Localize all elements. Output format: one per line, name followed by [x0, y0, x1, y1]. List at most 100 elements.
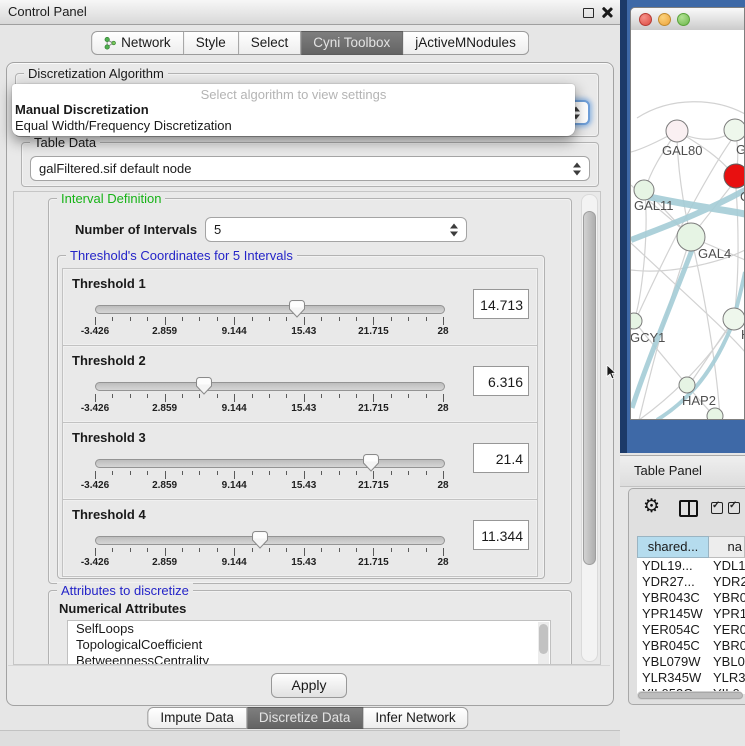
table-row[interactable]: YPR145WYPR1: [637, 606, 745, 622]
combo-arrows-icon: [450, 223, 459, 236]
network-nodes[interactable]: [631, 119, 745, 420]
table-panel-titlebar: Table Panel: [620, 455, 745, 487]
threshold-1-slider[interactable]: [95, 305, 445, 314]
node[interactable]: [724, 119, 745, 141]
threshold-3-value[interactable]: 21.4: [473, 443, 529, 473]
tab-discretize-data[interactable]: Discretize Data: [247, 707, 364, 729]
slider-thumb[interactable]: [196, 377, 212, 395]
zoom-traffic-light-icon[interactable]: [677, 13, 690, 26]
network-window-frame[interactable]: GAL80 G. C GAL11 GAL4 GCY1 H HAP2: [620, 0, 745, 453]
cell[interactable]: YDL19...: [637, 558, 709, 574]
threshold-1-box: Threshold 1 -3.4262.8599.14415.4321.7152…: [62, 268, 538, 346]
gear-icon[interactable]: ⚙: [643, 497, 660, 516]
table-row[interactable]: YBL079WYBL0: [637, 654, 745, 670]
algorithm-option-equal-width[interactable]: Equal Width/Frequency Discretization: [12, 118, 575, 134]
threshold-3-slider[interactable]: [95, 459, 445, 468]
scrollbar-thumb[interactable]: [638, 692, 743, 699]
table-row[interactable]: YDL19...YDL1: [637, 558, 745, 574]
threshold-2-slider[interactable]: [95, 382, 445, 391]
tab-network[interactable]: Network: [91, 31, 184, 55]
cell[interactable]: YER0: [709, 622, 745, 638]
threshold-2-value[interactable]: 6.316: [473, 366, 529, 396]
node-gal11[interactable]: [634, 180, 654, 200]
threshold-4-value[interactable]: 11.344: [473, 520, 529, 550]
table-row[interactable]: YBR045CYBR0: [637, 638, 745, 654]
table-row[interactable]: YBR043CYBR0: [637, 590, 745, 606]
tab-impute-data[interactable]: Impute Data: [147, 707, 247, 729]
algorithm-option-manual[interactable]: Manual Discretization: [12, 102, 575, 118]
cell[interactable]: YDR2: [709, 574, 745, 590]
split-pane-icon[interactable]: [679, 500, 698, 517]
node-gal80[interactable]: [666, 120, 688, 142]
list-scrollbar[interactable]: [538, 622, 549, 664]
close-traffic-light-icon[interactable]: [639, 13, 652, 26]
node-red-selected[interactable]: [724, 164, 745, 188]
network-window-titlebar[interactable]: [631, 8, 744, 31]
numerical-attributes-list[interactable]: SelfLoops TopologicalCoefficient Between…: [67, 620, 551, 665]
tab-infer-network[interactable]: Infer Network: [363, 707, 468, 729]
threshold-3-label: Threshold 3: [72, 430, 146, 445]
checked-checkbox-icon[interactable]: [711, 502, 723, 514]
threshold-1-value[interactable]: 14.713: [473, 289, 529, 319]
list-item[interactable]: BetweennessCentrality: [68, 653, 550, 665]
cell[interactable]: YDR27...: [637, 574, 709, 590]
threshold-4-slider[interactable]: [95, 536, 445, 545]
table-panel-body: ⚙ shared... na YDL19...YDL1 YDR27...YDR2…: [628, 488, 745, 705]
tab-cyni-toolbox[interactable]: Cyni Toolbox: [301, 31, 403, 55]
node-label: GAL4: [698, 246, 731, 261]
slider-thumb[interactable]: [363, 454, 379, 472]
tab-select-label: Select: [251, 35, 289, 50]
cell[interactable]: YLR3: [709, 670, 745, 686]
threshold-4-box: Threshold 4 -3.4262.8599.14415.4321.7152…: [62, 499, 538, 577]
close-icon[interactable]: [601, 7, 612, 18]
slider-scale-labels: -3.4262.8599.14415.4321.71528: [95, 480, 443, 492]
cell[interactable]: YBR043C: [637, 590, 709, 606]
node-hap2[interactable]: [679, 377, 695, 393]
combo-arrows-icon: [573, 162, 582, 175]
slider-ticks: [95, 548, 443, 556]
cell[interactable]: YBR0: [709, 590, 745, 606]
slider-thumb[interactable]: [289, 300, 305, 318]
checked-checkbox-icon[interactable]: [728, 502, 740, 514]
algorithm-popup-hint[interactable]: Select algorithm to view settings: [12, 87, 575, 102]
number-of-intervals-combobox[interactable]: 5: [205, 217, 467, 242]
cell[interactable]: YBL079W: [637, 654, 709, 670]
cell[interactable]: YBR0: [709, 638, 745, 654]
settings-vertical-scrollbar[interactable]: [581, 194, 598, 662]
list-item[interactable]: SelfLoops: [68, 621, 550, 637]
slider-ticks: [95, 317, 443, 325]
slider-thumb[interactable]: [252, 531, 268, 549]
node[interactable]: [707, 408, 723, 420]
apply-button[interactable]: Apply: [271, 673, 347, 698]
scrollbar-thumb[interactable]: [583, 211, 596, 565]
cell[interactable]: YER054C: [637, 622, 709, 638]
column-header-name[interactable]: na: [709, 536, 745, 558]
cell[interactable]: YDL1: [709, 558, 745, 574]
interval-definition-title: Interval Definition: [57, 191, 165, 206]
tab-style[interactable]: Style: [184, 31, 239, 55]
table-data-value: galFiltered.sif default node: [39, 161, 191, 176]
table-horizontal-scrollbar[interactable]: [637, 691, 743, 700]
tab-jactivemnodules[interactable]: jActiveMNodules: [403, 31, 529, 55]
network-canvas[interactable]: GAL80 G. C GAL11 GAL4 GCY1 H HAP2: [631, 30, 744, 419]
column-header-shared-name[interactable]: shared...: [637, 536, 709, 558]
float-window-icon[interactable]: [583, 8, 594, 18]
minimize-traffic-light-icon[interactable]: [658, 13, 671, 26]
table-data-combobox[interactable]: galFiltered.sif default node: [30, 156, 590, 181]
cell[interactable]: YBL0: [709, 654, 745, 670]
tab-select[interactable]: Select: [239, 31, 302, 55]
tab-infer-label: Infer Network: [375, 710, 455, 725]
cell[interactable]: YLR345W: [637, 670, 709, 686]
list-item[interactable]: TopologicalCoefficient: [68, 637, 550, 653]
table-row[interactable]: YDR27...YDR2: [637, 574, 745, 590]
cell[interactable]: YPR1: [709, 606, 745, 622]
numerical-attributes-label: Numerical Attributes: [59, 601, 186, 616]
node-gcy1[interactable]: [631, 313, 642, 329]
cell[interactable]: YBR045C: [637, 638, 709, 654]
table-row[interactable]: YER054CYER0: [637, 622, 745, 638]
thresholds-group-title: Threshold's Coordinates for 5 Intervals: [66, 248, 297, 263]
table-row[interactable]: YLR345WYLR3: [637, 670, 745, 686]
network-icon: [104, 36, 116, 50]
cell[interactable]: YPR145W: [637, 606, 709, 622]
tab-style-label: Style: [196, 35, 226, 50]
